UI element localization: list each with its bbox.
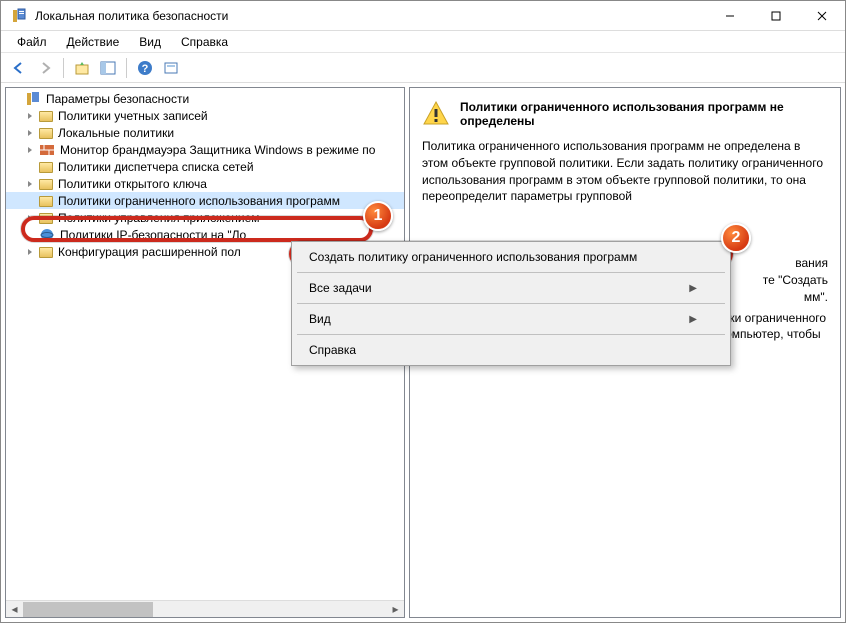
tree-item[interactable]: Монитор брандмауэра Защитника Windows в … bbox=[6, 141, 404, 158]
toolbar-separator bbox=[63, 58, 64, 78]
maximize-button[interactable] bbox=[753, 1, 799, 31]
up-button[interactable] bbox=[70, 56, 94, 80]
expand-icon[interactable] bbox=[24, 127, 36, 139]
toolbar: ? bbox=[1, 53, 845, 83]
scroll-thumb[interactable] bbox=[23, 602, 153, 617]
warning-icon bbox=[422, 100, 450, 128]
submenu-arrow-icon: ▶ bbox=[689, 283, 697, 294]
forward-button[interactable] bbox=[33, 56, 57, 80]
ctx-view[interactable]: Вид ▶ bbox=[295, 307, 727, 331]
folder-icon bbox=[39, 213, 53, 224]
context-menu: Создать политику ограниченного использов… bbox=[291, 241, 731, 366]
tree-root-label: Параметры безопасности bbox=[44, 92, 191, 106]
submenu-arrow-icon: ▶ bbox=[689, 314, 697, 325]
expand-icon[interactable] bbox=[24, 246, 36, 258]
folder-icon bbox=[39, 128, 53, 139]
horizontal-scrollbar[interactable]: ◂ ▸ bbox=[6, 600, 404, 617]
menu-view[interactable]: Вид bbox=[129, 33, 171, 51]
menu-file[interactable]: Файл bbox=[7, 33, 57, 51]
ipsec-icon bbox=[39, 227, 55, 243]
folder-icon bbox=[39, 162, 53, 173]
firewall-icon bbox=[39, 142, 55, 158]
expand-icon[interactable] bbox=[24, 212, 36, 224]
expand-icon[interactable] bbox=[24, 178, 36, 190]
description-title: Политики ограниченного использования про… bbox=[460, 100, 828, 128]
ctx-separator bbox=[297, 272, 725, 273]
menu-bar: Файл Действие Вид Справка bbox=[1, 31, 845, 53]
ctx-separator bbox=[297, 334, 725, 335]
ctx-help[interactable]: Справка bbox=[295, 338, 727, 362]
close-button[interactable] bbox=[799, 1, 845, 31]
app-icon bbox=[11, 8, 27, 24]
folder-icon bbox=[39, 247, 53, 258]
show-hide-tree-button[interactable] bbox=[96, 56, 120, 80]
export-button[interactable] bbox=[159, 56, 183, 80]
folder-icon bbox=[39, 196, 53, 207]
toolbar-separator bbox=[126, 58, 127, 78]
folder-icon bbox=[39, 179, 53, 190]
help-button[interactable]: ? bbox=[133, 56, 157, 80]
folder-icon bbox=[39, 111, 53, 122]
description-header: Политики ограниченного использования про… bbox=[422, 100, 828, 128]
ctx-all-tasks[interactable]: Все задачи ▶ bbox=[295, 276, 727, 300]
minimize-button[interactable] bbox=[707, 1, 753, 31]
tree: Параметры безопасности Политики учетных … bbox=[6, 88, 404, 262]
svg-text:?: ? bbox=[142, 63, 149, 75]
tree-item[interactable]: Политики открытого ключа bbox=[6, 175, 404, 192]
ctx-separator bbox=[297, 303, 725, 304]
back-button[interactable] bbox=[7, 56, 31, 80]
tree-root[interactable]: Параметры безопасности bbox=[6, 90, 404, 107]
scroll-left-button[interactable]: ◂ bbox=[6, 601, 23, 618]
tree-item[interactable]: Политики учетных записей bbox=[6, 107, 404, 124]
tree-item-selected[interactable]: Политики ограниченного использования про… bbox=[6, 192, 404, 209]
menu-action[interactable]: Действие bbox=[57, 33, 130, 51]
tree-item[interactable]: Политики диспетчера списка сетей bbox=[6, 158, 404, 175]
expand-icon[interactable] bbox=[24, 144, 36, 156]
tree-item[interactable]: Локальные политики bbox=[6, 124, 404, 141]
ctx-create-policy[interactable]: Создать политику ограниченного использов… bbox=[295, 245, 727, 269]
title-bar: Локальная политика безопасности bbox=[1, 1, 845, 31]
expand-icon[interactable] bbox=[24, 110, 36, 122]
window-title: Локальная политика безопасности bbox=[35, 9, 707, 23]
description-paragraph: Политика ограниченного использования про… bbox=[422, 138, 828, 205]
scroll-right-button[interactable]: ▸ bbox=[387, 601, 404, 618]
tree-item[interactable]: Политики управления приложением bbox=[6, 209, 404, 226]
security-icon bbox=[25, 91, 41, 107]
menu-help[interactable]: Справка bbox=[171, 33, 238, 51]
